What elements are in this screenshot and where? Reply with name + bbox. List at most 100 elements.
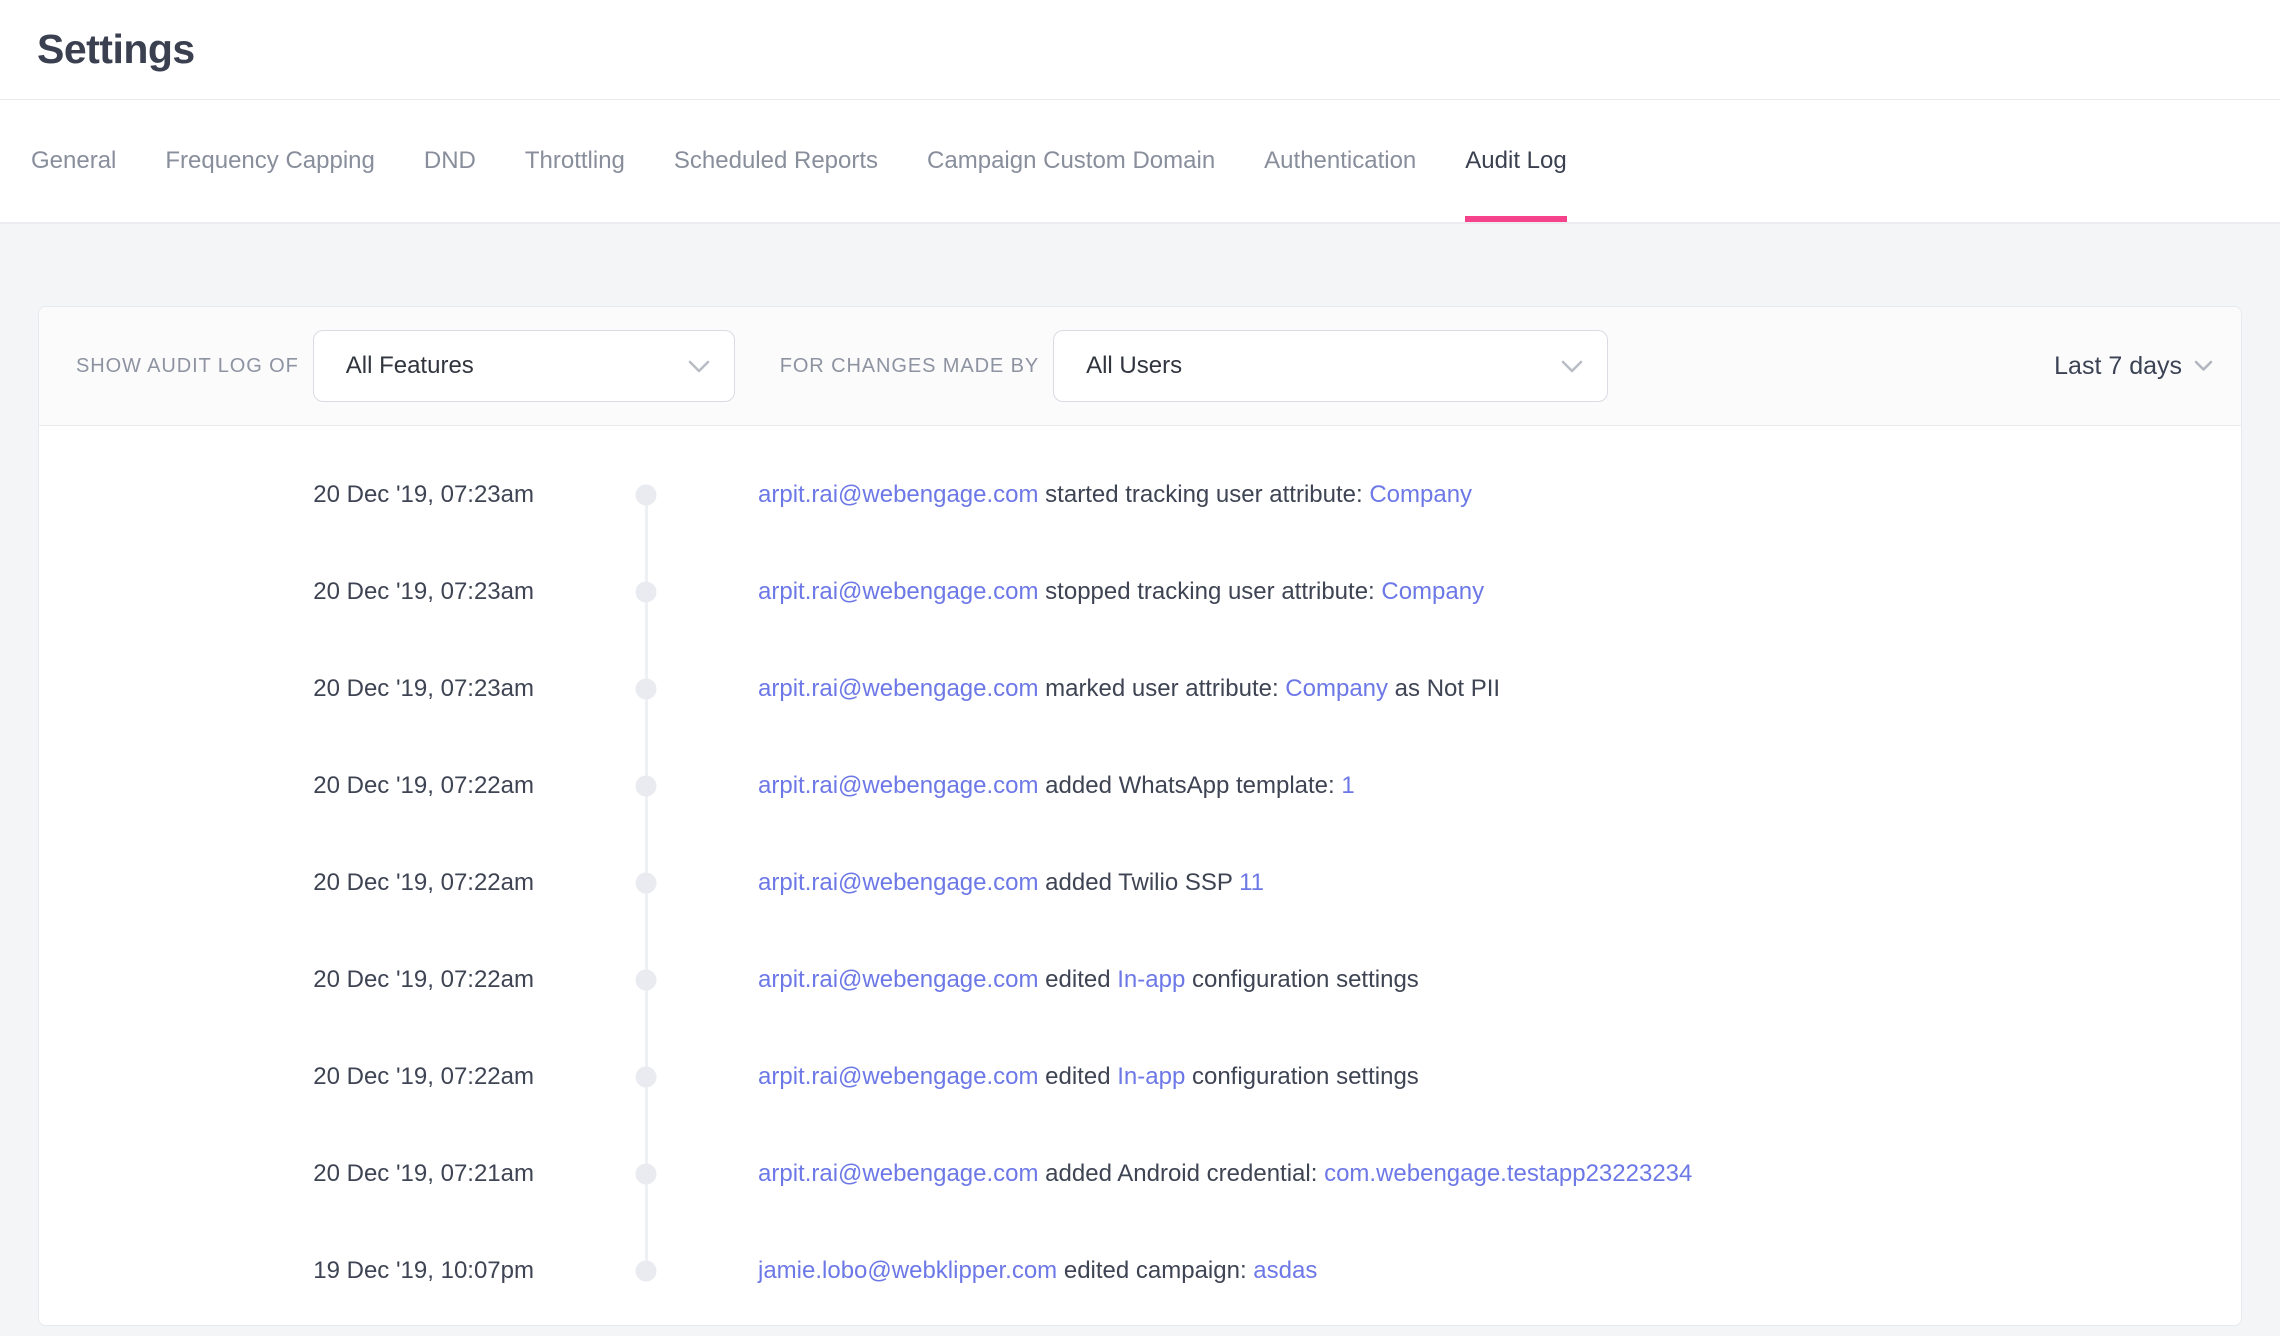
entry-timestamp: 20 Dec '19, 07:23am (39, 578, 534, 606)
main-content: SHOW AUDIT LOG OF All Features FOR CHANG… (0, 224, 2280, 1326)
entry-link[interactable]: 11 (1239, 869, 1264, 896)
tab-authentication[interactable]: Authentication (1264, 100, 1416, 222)
feature-filter-value: All Features (346, 352, 474, 380)
entry-timeline (534, 640, 758, 737)
tab-campaign-custom-domain[interactable]: Campaign Custom Domain (927, 100, 1215, 222)
entry-link[interactable]: arpit.rai@webengage.com (758, 869, 1039, 896)
entry-link[interactable]: com.webengage.testapp23223234 (1324, 1160, 1692, 1187)
entry-timestamp: 20 Dec '19, 07:22am (39, 966, 534, 994)
entry-timeline (534, 543, 758, 640)
entry-description: arpit.rai@webengage.com marked user attr… (758, 675, 2241, 703)
entry-text: started tracking user attribute: (1039, 481, 1370, 508)
page-header: Settings (0, 0, 2280, 100)
entry-text: edited campaign: (1057, 1257, 1253, 1284)
entry-link[interactable]: arpit.rai@webengage.com (758, 772, 1039, 799)
date-range-value: Last 7 days (2054, 352, 2182, 381)
entry-description: arpit.rai@webengage.com added WhatsApp t… (758, 772, 2241, 800)
entry-timeline (534, 446, 758, 543)
audit-log-list: 20 Dec '19, 07:23am arpit.rai@webengage.… (39, 426, 2241, 1325)
audit-filter-bar: SHOW AUDIT LOG OF All Features FOR CHANG… (39, 307, 2241, 426)
audit-entry-row: 20 Dec '19, 07:22am arpit.rai@webengage.… (39, 834, 2241, 931)
entry-link[interactable]: Company (1369, 481, 1472, 508)
entry-text: marked user attribute: (1039, 675, 1286, 702)
entry-text: configuration settings (1185, 966, 1418, 993)
entry-link[interactable]: arpit.rai@webengage.com (758, 481, 1039, 508)
entry-text: as Not PII (1388, 675, 1500, 702)
entry-link[interactable]: In-app (1117, 1063, 1185, 1090)
tab-label: Scheduled Reports (674, 147, 878, 175)
entry-timeline (534, 931, 758, 1028)
entry-link[interactable]: arpit.rai@webengage.com (758, 1160, 1039, 1187)
entry-timestamp: 20 Dec '19, 07:21am (39, 1160, 534, 1188)
tab-label: Authentication (1264, 147, 1416, 175)
entry-description: arpit.rai@webengage.com edited In-app co… (758, 966, 2241, 994)
audit-entry-row: 20 Dec '19, 07:23am arpit.rai@webengage.… (39, 640, 2241, 737)
timeline-dot-icon (636, 1066, 657, 1087)
entry-description: arpit.rai@webengage.com started tracking… (758, 481, 2241, 509)
timeline-dot-icon (636, 581, 657, 602)
audit-entry-row: 20 Dec '19, 07:22am arpit.rai@webengage.… (39, 931, 2241, 1028)
entry-timeline (534, 1125, 758, 1222)
entry-link[interactable]: arpit.rai@webengage.com (758, 675, 1039, 702)
tab-frequency-capping[interactable]: Frequency Capping (165, 100, 374, 222)
chevron-down-icon (688, 360, 710, 373)
tab-label: Audit Log (1465, 147, 1566, 175)
entry-timeline (534, 834, 758, 931)
for-changes-made-by-label: FOR CHANGES MADE BY (780, 355, 1039, 378)
entry-timestamp: 20 Dec '19, 07:22am (39, 1063, 534, 1091)
tab-scheduled-reports[interactable]: Scheduled Reports (674, 100, 878, 222)
tab-label: Campaign Custom Domain (927, 147, 1215, 175)
date-range-dropdown[interactable]: Last 7 days (2054, 352, 2213, 381)
entry-link[interactable]: arpit.rai@webengage.com (758, 1063, 1039, 1090)
entry-link[interactable]: asdas (1253, 1257, 1317, 1284)
entry-timeline (534, 1222, 758, 1319)
entry-timestamp: 20 Dec '19, 07:22am (39, 869, 534, 897)
tab-label: Throttling (525, 147, 625, 175)
entry-text: edited (1039, 966, 1118, 993)
tab-dnd[interactable]: DND (424, 100, 476, 222)
entry-timestamp: 20 Dec '19, 07:22am (39, 772, 534, 800)
entry-link[interactable]: Company (1285, 675, 1388, 702)
tab-throttling[interactable]: Throttling (525, 100, 625, 222)
user-filter-dropdown[interactable]: All Users (1053, 330, 1608, 402)
entry-timestamp: 19 Dec '19, 10:07pm (39, 1257, 534, 1285)
audit-entry-row: 19 Dec '19, 10:07pm jamie.lobo@webklippe… (39, 1222, 2241, 1319)
entry-link[interactable]: Company (1381, 578, 1484, 605)
chevron-down-icon (1561, 360, 1583, 373)
timeline-dot-icon (636, 775, 657, 796)
timeline-dot-icon (636, 484, 657, 505)
entry-timeline (534, 1028, 758, 1125)
tab-label: General (31, 147, 116, 175)
entry-text: edited (1039, 1063, 1118, 1090)
timeline-dot-icon (636, 1260, 657, 1281)
entry-text: stopped tracking user attribute: (1039, 578, 1382, 605)
entry-link[interactable]: 1 (1341, 772, 1354, 799)
entry-timestamp: 20 Dec '19, 07:23am (39, 481, 534, 509)
settings-tab-bar: General Frequency Capping DND Throttling… (0, 100, 2280, 224)
chevron-down-icon (2194, 360, 2213, 372)
tab-audit-log[interactable]: Audit Log (1465, 100, 1566, 222)
timeline-dot-icon (636, 1163, 657, 1184)
entry-text: configuration settings (1185, 1063, 1418, 1090)
audit-entry-row: 20 Dec '19, 07:23am arpit.rai@webengage.… (39, 446, 2241, 543)
entry-text: added Twilio SSP (1039, 869, 1240, 896)
entry-text: added WhatsApp template: (1039, 772, 1342, 799)
entry-description: arpit.rai@webengage.com stopped tracking… (758, 578, 2241, 606)
entry-timeline (534, 737, 758, 834)
entry-description: arpit.rai@webengage.com added Twilio SSP… (758, 869, 2241, 897)
audit-entry-row: 20 Dec '19, 07:21am arpit.rai@webengage.… (39, 1125, 2241, 1222)
entry-link[interactable]: In-app (1117, 966, 1185, 993)
page-title: Settings (37, 26, 195, 73)
entry-link[interactable]: jamie.lobo@webklipper.com (758, 1257, 1057, 1284)
show-audit-log-of-label: SHOW AUDIT LOG OF (76, 355, 299, 378)
entry-link[interactable]: arpit.rai@webengage.com (758, 966, 1039, 993)
entry-link[interactable]: arpit.rai@webengage.com (758, 578, 1039, 605)
timeline-dot-icon (636, 678, 657, 699)
feature-filter-dropdown[interactable]: All Features (313, 330, 735, 402)
timeline-dot-icon (636, 872, 657, 893)
audit-entry-row: 20 Dec '19, 07:22am arpit.rai@webengage.… (39, 1028, 2241, 1125)
entry-description: arpit.rai@webengage.com edited In-app co… (758, 1063, 2241, 1091)
tab-label: DND (424, 147, 476, 175)
tab-label: Frequency Capping (165, 147, 374, 175)
tab-general[interactable]: General (31, 100, 116, 222)
